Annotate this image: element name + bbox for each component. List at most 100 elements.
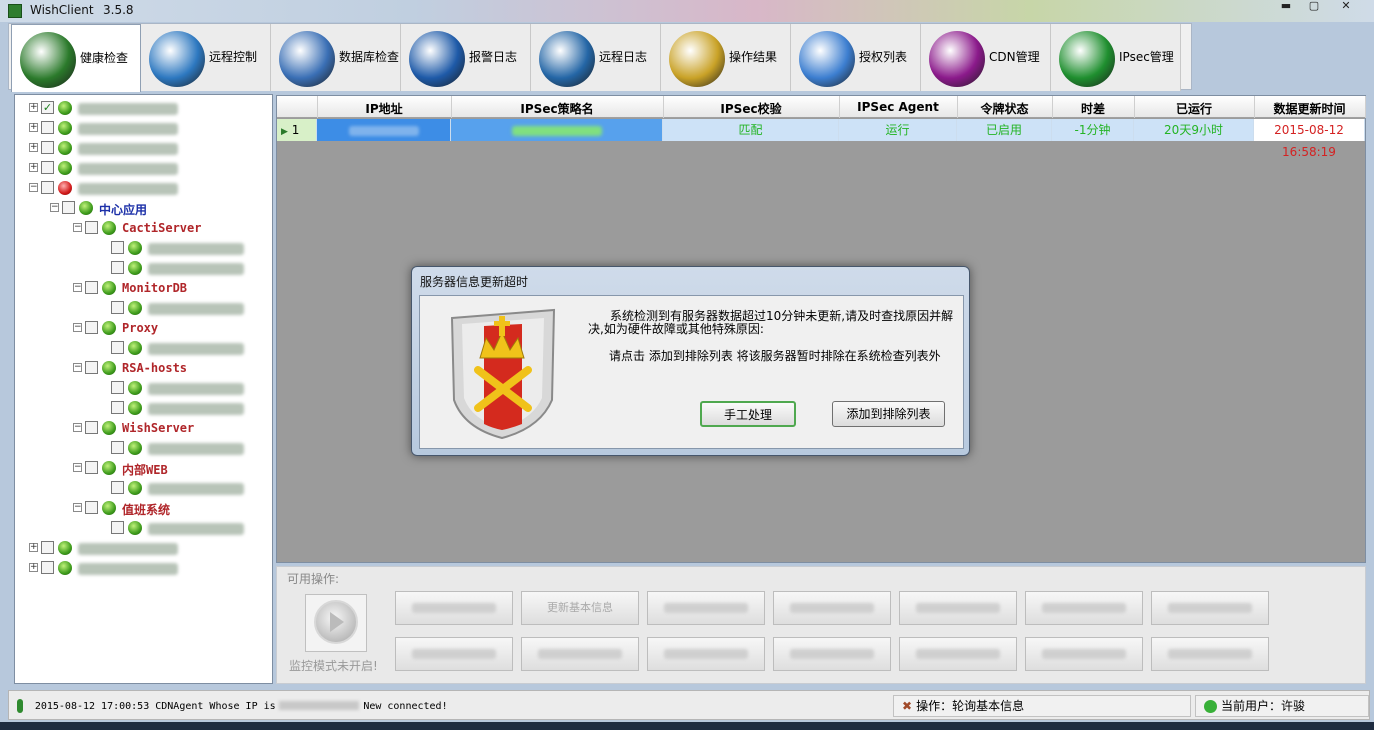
tree-label-redacted: [78, 143, 178, 155]
tree-checkbox[interactable]: ✓: [41, 101, 54, 114]
operation-button[interactable]: [647, 591, 765, 625]
tree-checkbox[interactable]: [41, 561, 54, 574]
status-light-icon: [58, 141, 72, 155]
toolbar-button-7[interactable]: CDN管理: [921, 24, 1051, 91]
operation-button[interactable]: [521, 637, 639, 671]
tree-checkbox[interactable]: [41, 161, 54, 174]
toolbar-button-8[interactable]: IPsec管理: [1051, 24, 1181, 91]
tree-checkbox[interactable]: [111, 441, 124, 454]
operation-button[interactable]: [1025, 637, 1143, 671]
tree-checkbox[interactable]: [62, 201, 75, 214]
tree-checkbox[interactable]: [111, 301, 124, 314]
tree-checkbox[interactable]: [111, 341, 124, 354]
monitor-toggle-button[interactable]: [305, 594, 367, 652]
tree-label-redacted: [148, 243, 244, 255]
status-light-icon: [58, 161, 72, 175]
toolbar-button-0[interactable]: 健康检查: [11, 24, 141, 92]
tree-checkbox[interactable]: [85, 221, 98, 234]
operation-button[interactable]: [647, 637, 765, 671]
tree-checkbox[interactable]: [111, 241, 124, 254]
operation-button[interactable]: [773, 591, 891, 625]
expand-toggle-icon[interactable]: −: [73, 423, 82, 432]
tree-checkbox[interactable]: [85, 421, 98, 434]
app-icon: [8, 4, 22, 18]
tree-checkbox[interactable]: [111, 521, 124, 534]
expand-toggle-icon[interactable]: −: [73, 503, 82, 512]
expand-toggle-icon[interactable]: +: [29, 123, 38, 132]
tree-checkbox[interactable]: [41, 121, 54, 134]
tree-label-redacted: [148, 523, 244, 535]
minimize-button[interactable]: ▬: [1274, 0, 1298, 14]
operation-button[interactable]: [1151, 591, 1269, 625]
dialog-body: 系统检测到有服务器数据超过10分钟未更新,请及时查找原因并解决,如为硬件故障或其…: [419, 295, 964, 449]
ops-title: 可用操作:: [287, 572, 340, 586]
toolbar-button-5[interactable]: 操作结果: [661, 24, 791, 91]
expand-toggle-icon[interactable]: +: [29, 143, 38, 152]
tree-checkbox[interactable]: [41, 141, 54, 154]
status-light-icon: [128, 481, 142, 495]
expand-toggle-icon[interactable]: −: [73, 223, 82, 232]
operation-button[interactable]: [1025, 591, 1143, 625]
maximize-button[interactable]: ▢: [1302, 0, 1326, 14]
column-header[interactable]: IPSec Agent: [839, 100, 957, 114]
toolbar-button-4[interactable]: 远程日志: [531, 24, 661, 91]
operation-button[interactable]: [395, 591, 513, 625]
column-header[interactable]: 令牌状态: [957, 100, 1052, 117]
tree-checkbox[interactable]: [111, 481, 124, 494]
update-basic-info-button[interactable]: 更新基本信息: [521, 591, 639, 625]
column-header[interactable]: IPSec策略名: [451, 100, 663, 117]
toolbar-button-2[interactable]: 数据库检查: [271, 24, 401, 91]
column-header[interactable]: IP地址: [317, 100, 451, 117]
expand-toggle-icon[interactable]: +: [29, 163, 38, 172]
cube-check-icon: [799, 31, 855, 87]
table-row[interactable]: ▶ 1 匹配 运行 已启用 -1分钟 20天9小时 2015-08-12 16:…: [277, 119, 1365, 159]
add-to-exclusion-button[interactable]: 添加到排除列表: [832, 401, 945, 427]
expand-toggle-icon[interactable]: −: [73, 463, 82, 472]
status-light-icon: [102, 361, 116, 375]
globe-icon: [149, 31, 205, 87]
status-light-icon: [128, 441, 142, 455]
toolbar-button-1[interactable]: 远程控制: [141, 24, 271, 91]
expand-toggle-icon[interactable]: −: [73, 323, 82, 332]
expand-toggle-icon[interactable]: −: [29, 183, 38, 192]
column-header[interactable]: IPSec校验: [663, 100, 839, 117]
close-button[interactable]: ✕: [1334, 0, 1358, 14]
tree-checkbox[interactable]: [41, 181, 54, 194]
tree-checkbox[interactable]: [111, 381, 124, 394]
tree-checkbox[interactable]: [85, 321, 98, 334]
operation-button[interactable]: [773, 637, 891, 671]
operation-button[interactable]: [899, 637, 1017, 671]
tree-checkbox[interactable]: [85, 501, 98, 514]
status-light-icon: [79, 201, 93, 215]
server-tree[interactable]: + ✓ + + + − − 中心应用 − CactiServer − MonitorDB − Proxy −…: [14, 94, 273, 684]
tree-label: RSA-hosts: [122, 361, 188, 375]
grid-header: IP地址 IPSec策略名 IPSec校验 IPSec Agent 令牌状态 时差 已运行数…: [277, 96, 1366, 118]
column-header[interactable]: 已运行: [1134, 100, 1254, 117]
tree-checkbox[interactable]: [85, 461, 98, 474]
row-indicator: ▶ 1: [277, 119, 317, 141]
log-text: 2015-08-12 17:00:53 CDNAgent Whose IP is: [34, 701, 276, 712]
expand-toggle-icon[interactable]: −: [50, 203, 59, 212]
expand-toggle-icon[interactable]: +: [29, 563, 38, 572]
expand-toggle-icon[interactable]: −: [73, 283, 82, 292]
column-header[interactable]: 数据更新时间: [1254, 100, 1365, 117]
manual-handle-button[interactable]: 手工处理: [700, 401, 796, 427]
operation-button[interactable]: [899, 591, 1017, 625]
expand-toggle-icon[interactable]: +: [29, 543, 38, 552]
tree-checkbox[interactable]: [111, 261, 124, 274]
operations-panel: 可用操作: 监控模式未开启! 更新基本信息: [276, 566, 1366, 684]
toolbar-button-6[interactable]: 授权列表: [791, 24, 921, 91]
tree-checkbox[interactable]: [111, 401, 124, 414]
tree-checkbox[interactable]: [85, 281, 98, 294]
column-header[interactable]: 时差: [1052, 100, 1134, 117]
tree-label-redacted: [78, 103, 178, 115]
tree-checkbox[interactable]: [41, 541, 54, 554]
status-light-icon: [128, 401, 142, 415]
cell-policy: [451, 119, 663, 141]
expand-toggle-icon[interactable]: −: [73, 363, 82, 372]
expand-toggle-icon[interactable]: +: [29, 103, 38, 112]
operation-button[interactable]: [1151, 637, 1269, 671]
tree-checkbox[interactable]: [85, 361, 98, 374]
toolbar-button-3[interactable]: 报警日志: [401, 24, 531, 91]
operation-button[interactable]: [395, 637, 513, 671]
